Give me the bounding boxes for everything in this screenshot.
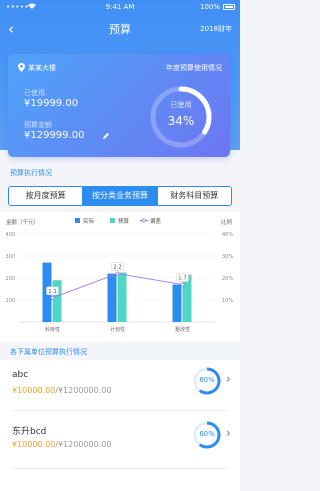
chevron-right-icon[interactable]: › — [226, 426, 231, 440]
budget-value: ¥129999.00 — [24, 130, 85, 141]
edit-icon[interactable] — [102, 132, 110, 140]
budget-label: 预算金额 — [24, 121, 52, 129]
y-axis-label-right: 比例 — [221, 218, 233, 226]
y-tick-label-left: 100 — [5, 298, 15, 304]
unit-name: 东升bcd — [12, 427, 47, 437]
divider — [12, 468, 228, 469]
y-tick-label-left: 300 — [5, 254, 15, 260]
data-label: 1.7 — [178, 276, 187, 282]
battery-icon — [223, 4, 235, 10]
y-axis-label-left: 金额（千元） — [6, 218, 39, 226]
chart-area: 金额（千元） 比例 实际 预算 偏差 400 40% 300 30% 200 20% 100 10% 科目… — [0, 212, 240, 342]
legend-label: 实际 — [83, 217, 95, 225]
list-item[interactable]: 东升bcd ¥10000.00/¥1200000.00 60% › — [0, 418, 240, 464]
legend-swatch — [75, 218, 80, 223]
bar-budget — [52, 280, 62, 322]
data-label: 1.1 — [48, 289, 57, 295]
y-tick-label-right: 20% — [222, 276, 233, 282]
section-title-execution: 预算执行情况 — [10, 169, 52, 177]
deviation-point — [115, 271, 120, 276]
location-pin-icon — [18, 63, 25, 72]
building-name[interactable]: 某某大楼 — [28, 63, 56, 73]
y-tick-label-right: 30% — [222, 254, 233, 260]
y-tick-label-right: 10% — [222, 298, 233, 304]
battery-text: 100% — [199, 3, 220, 11]
unit-amount: ¥10000.00/¥1200000.00 — [12, 386, 112, 395]
x-tick-label: 整改性 — [175, 326, 190, 333]
fiscal-year[interactable]: 2018财年 — [200, 24, 232, 34]
budget-tabs: 按月度预算 按分类业务预算 财务科目预算 — [8, 186, 232, 206]
unit-list: abc ¥10000.00/¥1200000.00 60% › 东升bcd ¥1… — [0, 360, 240, 491]
unit-percent: 60% — [199, 430, 215, 438]
section-title-units: 各下属单位预算执行情况 — [10, 348, 87, 356]
used-value: ¥19999.00 — [24, 98, 79, 109]
budget-chart: 金额（千元） 比例 实际 预算 偏差 400 40% 300 30% 200 20% 100 10% 科目… — [5, 217, 233, 333]
ring-value: 34% — [167, 114, 195, 128]
bar-budget — [117, 272, 127, 322]
budget-summary-card: 某某大楼 年度预算使用情况 已使用 ¥19999.00 预算金额 ¥129999… — [8, 54, 230, 157]
tab-category[interactable]: 按分类业务预算 — [83, 186, 158, 206]
tab-monthly[interactable]: 按月度预算 — [8, 186, 84, 206]
list-item[interactable]: abc ¥10000.00/¥1200000.00 60% › — [0, 364, 240, 410]
annual-usage-title: 年度预算使用情况 — [166, 64, 222, 72]
x-tick-label: 科目性 — [45, 326, 60, 333]
y-tick-label-left: 200 — [5, 276, 15, 282]
used-label: 已使用 — [24, 89, 45, 97]
divider — [12, 410, 228, 411]
chevron-right-icon[interactable]: › — [226, 372, 231, 386]
bar-actual — [172, 284, 182, 322]
tab-finance[interactable]: 财务科目预算 — [157, 186, 232, 206]
ring-label: 已使用 — [170, 101, 192, 109]
y-tick-label-left: 400 — [5, 232, 15, 238]
legend-label: 预算 — [118, 217, 130, 225]
legend-label: 偏差 — [150, 217, 162, 225]
unit-amount: ¥10000.00/¥1200000.00 — [12, 440, 112, 449]
legend-swatch — [110, 218, 115, 223]
unit-percent: 60% — [199, 376, 215, 384]
bar-actual — [107, 273, 117, 322]
legend-swatch-marker — [142, 218, 146, 223]
x-tick-label: 计划性 — [110, 326, 125, 333]
unit-name: abc — [12, 370, 29, 380]
deviation-point — [50, 295, 55, 300]
data-label: 2.2 — [113, 265, 122, 271]
deviation-point — [180, 282, 185, 287]
status-bar: ••••• 9:41 AM 100% — [0, 0, 240, 14]
y-tick-label-right: 40% — [222, 232, 233, 238]
navbar: ‹ 预算 2018财年 — [0, 14, 240, 44]
